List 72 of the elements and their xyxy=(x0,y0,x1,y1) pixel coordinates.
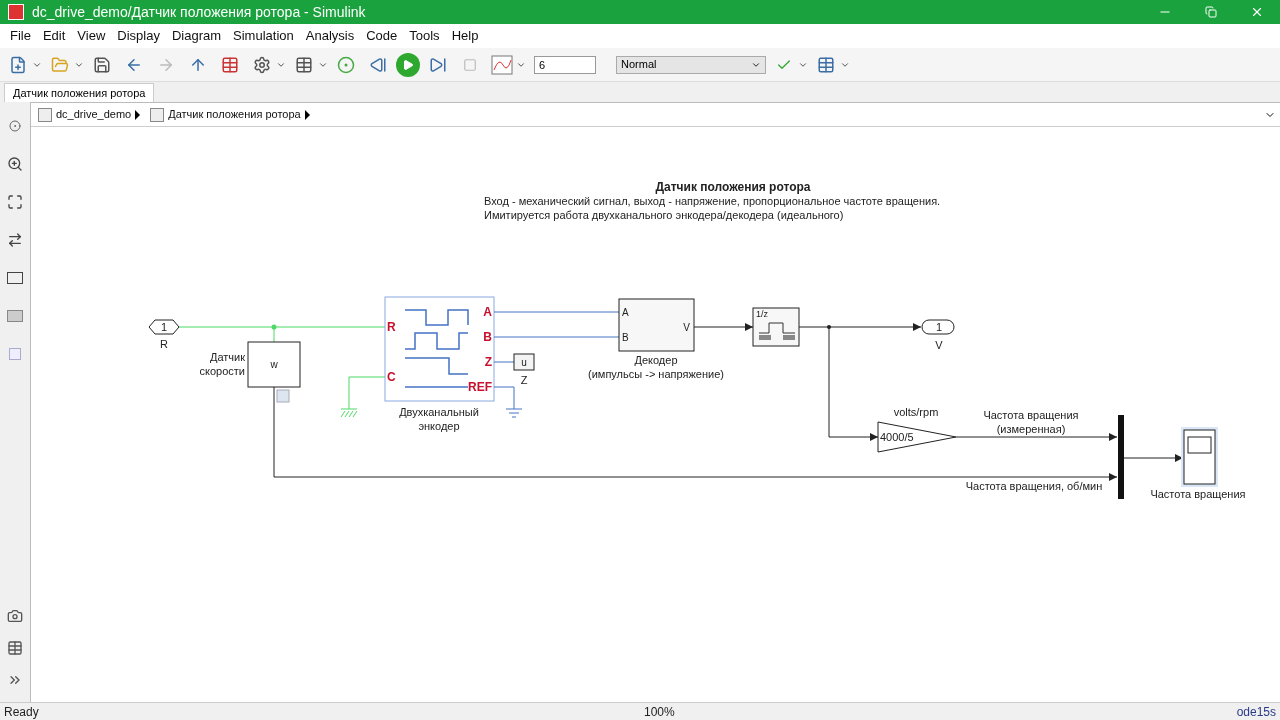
port-number: 1 xyxy=(935,321,943,333)
encoder-block[interactable] xyxy=(384,296,495,402)
port-label: A xyxy=(483,305,492,319)
ground-icon xyxy=(493,386,523,418)
block-label: (импульсы -> напряжение) xyxy=(588,368,724,380)
restore-icon xyxy=(1205,6,1217,18)
port-label: R xyxy=(160,338,168,350)
block-text: u xyxy=(521,357,527,368)
zoom-level: 100% xyxy=(644,703,675,720)
block-text: w xyxy=(270,359,278,370)
block-label: энкодер xyxy=(418,420,460,432)
block-label: Декодер xyxy=(634,354,678,366)
delay-block[interactable] xyxy=(752,307,800,347)
port-label: C xyxy=(387,370,396,384)
junction-dot xyxy=(827,325,831,329)
menu-item[interactable]: Help xyxy=(445,26,485,46)
menu-item[interactable]: View xyxy=(71,26,112,46)
menu-item[interactable]: Display xyxy=(111,26,166,46)
menu-item[interactable]: Simulation xyxy=(227,26,300,46)
block-text: 4000/5 xyxy=(880,431,914,443)
stop-time-field[interactable]: 6 xyxy=(534,55,596,74)
signal-label: (измеренная) xyxy=(996,423,1066,435)
block-label: Z xyxy=(520,374,528,386)
block-label: Двухканальный xyxy=(399,406,479,418)
block-text: 1/z xyxy=(756,309,768,319)
solver-name: ode15s xyxy=(1236,703,1276,720)
menu-item[interactable]: Analysis xyxy=(299,26,361,46)
block-label: Частота вращения xyxy=(1150,488,1246,500)
gain-block[interactable] xyxy=(877,421,957,453)
breadcrumb-item[interactable]: Датчик положения ротора xyxy=(147,105,313,124)
scope-block[interactable] xyxy=(1181,427,1218,487)
annotation-text: Имитируется работа двухканального энкодера/декодера (идеального) xyxy=(484,209,844,221)
mode-dropdown[interactable]: Normal xyxy=(616,55,766,74)
block-label: volts/rpm xyxy=(893,406,939,418)
signal-label: Частота вращения, об/мин xyxy=(965,480,1103,492)
status-text: Ready xyxy=(4,703,40,720)
app-icon xyxy=(8,4,24,20)
signal-label: Частота вращения xyxy=(983,409,1079,421)
port-label: R xyxy=(387,320,396,334)
port-label: A xyxy=(622,307,629,318)
decoder-block[interactable] xyxy=(618,298,695,352)
junction-dot xyxy=(271,324,277,330)
signal-line xyxy=(493,361,515,363)
annotation-title: Датчик положения ротора xyxy=(655,180,811,194)
outport-block[interactable]: 1 xyxy=(921,319,955,335)
port-label: REF xyxy=(468,380,492,394)
run-button[interactable] xyxy=(396,52,420,77)
port-label: B xyxy=(483,330,492,344)
menu-item[interactable]: File xyxy=(4,26,37,46)
signal-line xyxy=(693,323,754,331)
breadcrumb-item[interactable]: dc_drive_demo xyxy=(35,105,144,124)
menu-item[interactable]: Edit xyxy=(36,26,72,46)
signal-line xyxy=(1123,454,1184,462)
port-label: V xyxy=(683,322,690,333)
port-label: Z xyxy=(484,355,492,369)
block-label: скорости xyxy=(199,365,245,377)
block-label: Датчик xyxy=(209,351,245,363)
play-icon xyxy=(402,58,414,71)
menu-item[interactable]: Code xyxy=(360,26,404,46)
annotation-text: Вход - механический сигнал, выход - напряжение, пропорциональное частоте вращения. xyxy=(484,195,941,207)
menu-item[interactable]: Tools xyxy=(403,26,446,46)
port-number: 1 xyxy=(160,321,168,333)
inport-block[interactable]: 1 xyxy=(148,319,180,335)
speed-sensor-block[interactable] xyxy=(247,341,301,388)
ground-icon xyxy=(340,376,386,418)
window-title: dc_drive_demo/Датчик положения ротора - Simulink xyxy=(32,2,366,22)
menu-item[interactable]: Diagram xyxy=(165,26,228,46)
tab[interactable]: Датчик положения ротора xyxy=(4,83,155,102)
close-icon xyxy=(1250,5,1264,19)
terminator-block[interactable] xyxy=(513,353,535,371)
port-label: V xyxy=(935,339,943,351)
port-label: B xyxy=(622,332,629,343)
